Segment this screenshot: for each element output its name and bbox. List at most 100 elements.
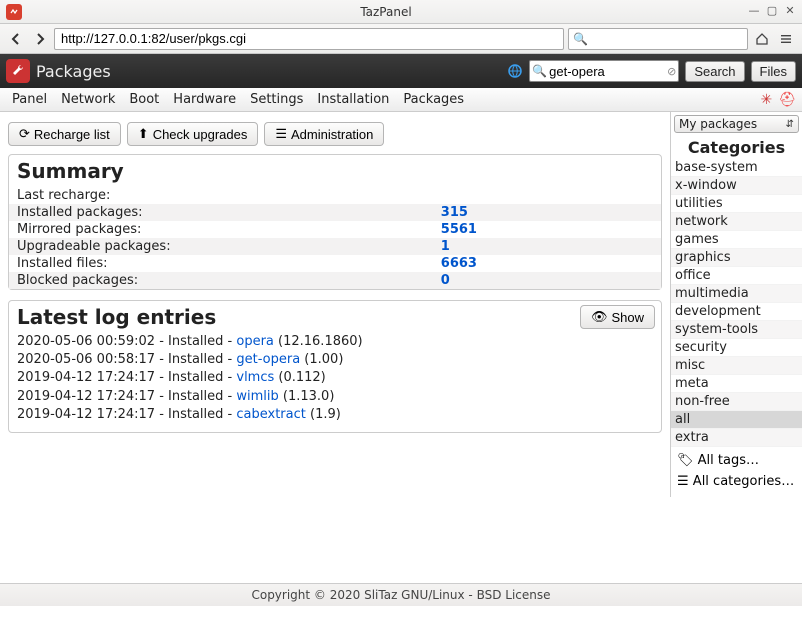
log-entry: 2020-05-06 00:59:02 - Installed - opera … xyxy=(17,333,653,351)
menu-hardware[interactable]: Hardware xyxy=(167,90,242,109)
eye-icon: 👁 xyxy=(591,309,608,325)
show-label: Show xyxy=(611,310,644,325)
log-panel: Latest log entries 👁 Show 2020-05-06 00:… xyxy=(8,300,662,433)
category-item-meta[interactable]: meta xyxy=(671,375,802,393)
check-label: Check upgrades xyxy=(153,127,248,142)
summary-value[interactable]: 5561 xyxy=(433,221,661,238)
category-item-base-system[interactable]: base-system xyxy=(671,159,802,177)
category-item-utilities[interactable]: utilities xyxy=(671,195,802,213)
summary-value[interactable]: 0 xyxy=(433,272,661,289)
recharge-label: Recharge list xyxy=(34,127,110,142)
summary-label: Installed files: xyxy=(9,255,433,272)
package-link[interactable]: get-opera xyxy=(236,352,300,367)
package-link[interactable]: wimlib xyxy=(236,389,278,404)
menu-button[interactable] xyxy=(776,29,796,49)
summary-table: Last recharge:Installed packages:315Mirr… xyxy=(9,187,661,289)
up-icon: ⬆ xyxy=(138,126,149,142)
close-button[interactable]: ✕ xyxy=(784,6,796,18)
menu-panel[interactable]: Panel xyxy=(6,90,53,109)
search-button[interactable]: Search xyxy=(685,61,744,82)
check-upgrades-button[interactable]: ⬆ Check upgrades xyxy=(127,122,259,146)
spider-icon[interactable]: ✳ xyxy=(760,92,772,108)
package-link[interactable]: opera xyxy=(236,334,274,349)
url-bar[interactable] xyxy=(54,28,564,50)
category-item-non-free[interactable]: non-free xyxy=(671,393,802,411)
category-item-network[interactable]: network xyxy=(671,213,802,231)
log-heading: Latest log entries xyxy=(17,305,216,329)
log-entries: 2020-05-06 00:59:02 - Installed - opera … xyxy=(9,333,661,432)
summary-value xyxy=(433,187,661,204)
log-entry: 2019-04-12 17:24:17 - Installed - cabext… xyxy=(17,406,653,424)
category-item-development[interactable]: development xyxy=(671,303,802,321)
my-packages-label: My packages xyxy=(679,117,757,131)
sliders-icon: ☰ xyxy=(275,126,287,142)
package-search-box[interactable]: 🔍 ⊘ xyxy=(529,60,679,82)
log-entry: 2020-05-06 00:58:17 - Installed - get-op… xyxy=(17,351,653,369)
category-item-security[interactable]: security xyxy=(671,339,802,357)
package-link[interactable]: vlmcs xyxy=(236,370,274,385)
category-item-all[interactable]: all xyxy=(671,411,802,429)
all-categories-link[interactable]: ☰ All categories… xyxy=(677,474,794,489)
search-icon: 🔍 xyxy=(532,64,547,78)
show-log-button[interactable]: 👁 Show xyxy=(580,305,655,329)
back-button[interactable] xyxy=(6,29,26,49)
summary-label: Mirrored packages: xyxy=(9,221,433,238)
menu-boot[interactable]: Boot xyxy=(123,90,165,109)
summary-value[interactable]: 1 xyxy=(433,238,661,255)
summary-panel: Summary Last recharge:Installed packages… xyxy=(8,154,662,290)
category-item-office[interactable]: office xyxy=(671,267,802,285)
minimize-button[interactable]: — xyxy=(748,6,760,18)
help-icon[interactable]: ⛑ xyxy=(778,92,796,108)
forward-button[interactable] xyxy=(30,29,50,49)
wrench-icon xyxy=(6,59,30,83)
page-header: Packages 🔍 ⊘ Search Files xyxy=(0,54,802,88)
summary-label: Installed packages: xyxy=(9,204,433,221)
globe-icon[interactable] xyxy=(507,63,523,79)
category-item-misc[interactable]: misc xyxy=(671,357,802,375)
administration-button[interactable]: ☰ Administration xyxy=(264,122,384,146)
my-packages-select[interactable]: My packages ⇵ xyxy=(674,115,799,133)
package-search-input[interactable] xyxy=(547,64,667,79)
clear-icon[interactable]: ⊘ xyxy=(667,65,676,78)
category-list: base-systemx-windowutilitiesnetworkgames… xyxy=(671,159,802,447)
summary-label: Last recharge: xyxy=(9,187,433,204)
summary-value: 6663 xyxy=(433,255,661,272)
category-item-x-window[interactable]: x-window xyxy=(671,177,802,195)
search-icon: 🔍 xyxy=(573,32,588,46)
admin-label: Administration xyxy=(291,127,373,142)
menu-installation[interactable]: Installation xyxy=(311,90,395,109)
summary-value[interactable]: 315 xyxy=(433,204,661,221)
chevron-updown-icon: ⇵ xyxy=(786,119,794,130)
maximize-button[interactable]: ▢ xyxy=(766,6,778,18)
window-titlebar: TazPanel — ▢ ✕ xyxy=(0,0,802,24)
recharge-button[interactable]: ⟳ Recharge list xyxy=(8,122,121,146)
refresh-icon: ⟳ xyxy=(19,126,30,142)
package-link[interactable]: cabextract xyxy=(236,407,305,422)
categories-heading: Categories xyxy=(671,136,802,159)
files-button[interactable]: Files xyxy=(751,61,796,82)
browser-toolbar: 🔍 xyxy=(0,24,802,54)
menu-network[interactable]: Network xyxy=(55,90,121,109)
all-tags-link[interactable]: 🏷 All tags… xyxy=(677,453,759,468)
summary-label: Upgradeable packages: xyxy=(9,238,433,255)
category-item-extra[interactable]: extra xyxy=(671,429,802,447)
app-icon xyxy=(6,4,22,20)
summary-heading: Summary xyxy=(17,159,653,183)
footer-text: Copyright © 2020 SliTaz GNU/Linux - BSD … xyxy=(251,588,550,602)
window-title: TazPanel xyxy=(30,5,742,19)
category-item-system-tools[interactable]: system-tools xyxy=(671,321,802,339)
category-item-graphics[interactable]: graphics xyxy=(671,249,802,267)
home-button[interactable] xyxy=(752,29,772,49)
sidebar: My packages ⇵ Categories base-systemx-wi… xyxy=(670,112,802,497)
menu-settings[interactable]: Settings xyxy=(244,90,309,109)
footer: Copyright © 2020 SliTaz GNU/Linux - BSD … xyxy=(0,583,802,606)
category-item-games[interactable]: games xyxy=(671,231,802,249)
category-item-multimedia[interactable]: multimedia xyxy=(671,285,802,303)
log-entry: 2019-04-12 17:24:17 - Installed - vlmcs … xyxy=(17,369,653,387)
menubar: Panel Network Boot Hardware Settings Ins… xyxy=(0,88,802,112)
menu-packages[interactable]: Packages xyxy=(397,90,470,109)
browser-search-box[interactable]: 🔍 xyxy=(568,28,748,50)
content-area: ⟳ Recharge list ⬆ Check upgrades ☰ Admin… xyxy=(0,112,670,583)
page-title: Packages xyxy=(36,62,501,81)
url-input[interactable] xyxy=(59,30,559,47)
